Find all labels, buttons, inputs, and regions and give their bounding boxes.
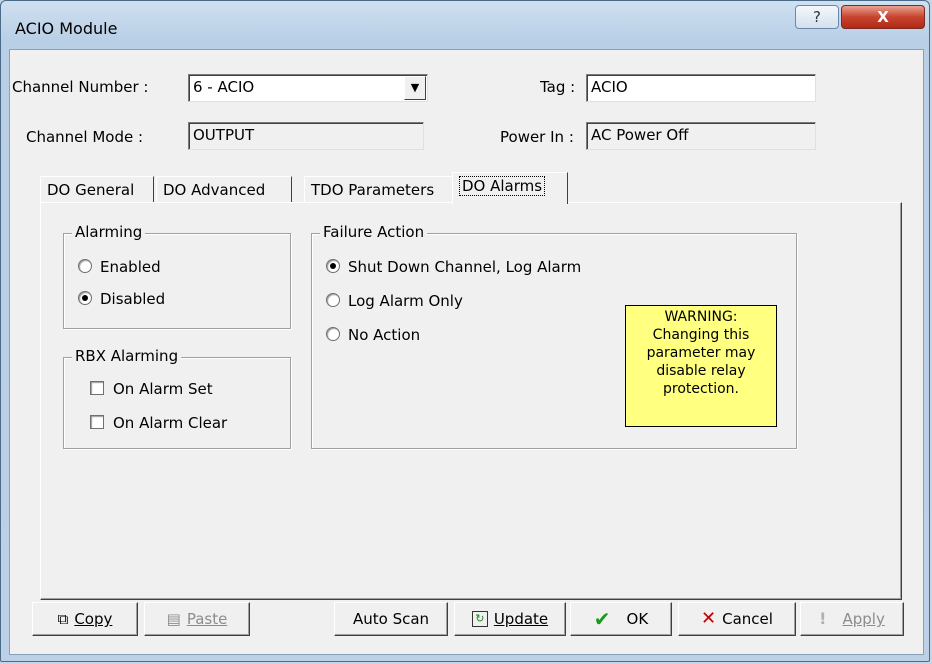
rbx-on-alarm-set-label: On Alarm Set xyxy=(113,380,213,398)
warning-line: protection. xyxy=(663,381,739,397)
alarming-group: Alarming Enabled Disabled xyxy=(63,223,291,329)
channel-number-value: 6 - ACIO xyxy=(193,78,255,96)
radio-icon xyxy=(326,293,340,307)
title-bar[interactable]: ACIO Module ? X xyxy=(1,1,929,49)
tag-label: Tag : xyxy=(540,78,576,96)
log-alarm-only-label: Log Alarm Only xyxy=(348,292,463,310)
cancel-label: Cancel xyxy=(722,610,773,628)
tab-do-general[interactable]: DO General xyxy=(40,176,154,204)
apply-label: Apply xyxy=(842,610,885,628)
dialog-client-area: Channel Number : 6 - ACIO ▼ Tag : ACIO C… xyxy=(9,49,924,655)
tab-do-alarms[interactable]: DO Alarms xyxy=(452,172,568,204)
checkbox-icon xyxy=(90,415,104,429)
warning-line: parameter may xyxy=(646,345,756,361)
channel-mode-label: Channel Mode : xyxy=(26,128,144,146)
update-button[interactable]: ↻ Update xyxy=(454,602,566,636)
copy-icon: ⧉ xyxy=(57,610,69,628)
cancel-x-icon: ✕ xyxy=(701,608,717,629)
tab-do-advanced[interactable]: DO Advanced xyxy=(156,176,292,204)
warning-line: WARNING: xyxy=(664,309,738,325)
copy-label: Copy xyxy=(74,610,113,628)
alarming-enabled-label: Enabled xyxy=(100,258,161,276)
close-button[interactable]: X xyxy=(841,5,925,29)
update-label: Update xyxy=(493,610,549,628)
acio-module-window: ACIO Module ? X Channel Number : 6 - ACI… xyxy=(0,0,930,662)
rbx-alarming-group-title: RBX Alarming xyxy=(72,347,182,365)
shut-down-channel-label: Shut Down Channel, Log Alarm xyxy=(348,258,582,276)
alarming-enabled-radio[interactable]: Enabled xyxy=(78,258,161,276)
ok-button[interactable]: ✔ OK xyxy=(570,602,672,636)
rbx-alarming-group: RBX Alarming On Alarm Set On Alarm Clear xyxy=(63,347,291,449)
failure-action-group-title: Failure Action xyxy=(320,223,428,241)
alarming-disabled-label: Disabled xyxy=(100,290,166,308)
tag-value: ACIO xyxy=(591,78,628,96)
cancel-button[interactable]: ✕ Cancel xyxy=(678,602,796,636)
tab-do-advanced-label: DO Advanced xyxy=(163,181,266,199)
tab-do-general-label: DO General xyxy=(47,181,135,199)
tab-tdo-parameters-label: TDO Parameters xyxy=(311,181,435,199)
power-in-value: AC Power Off xyxy=(591,126,689,144)
ok-label: OK xyxy=(626,610,649,628)
paste-button[interactable]: ▤ Paste xyxy=(144,602,250,636)
auto-scan-button[interactable]: Auto Scan xyxy=(334,602,448,636)
radio-selected-icon xyxy=(326,259,340,273)
log-alarm-only-radio[interactable]: Log Alarm Only xyxy=(326,292,463,310)
auto-scan-label: Auto Scan xyxy=(352,610,430,628)
warning-note: WARNING: Changing this parameter may dis… xyxy=(625,305,777,427)
rbx-on-alarm-clear-label: On Alarm Clear xyxy=(113,414,228,432)
exclamation-icon: ! xyxy=(819,609,827,628)
update-icon: ↻ xyxy=(471,611,488,627)
channel-number-label: Channel Number : xyxy=(12,78,149,96)
paste-label: Paste xyxy=(186,610,228,628)
power-in-label: Power In : xyxy=(500,128,574,146)
radio-icon xyxy=(326,327,340,341)
power-in-field: AC Power Off xyxy=(586,122,816,150)
rbx-on-alarm-set-checkbox[interactable]: On Alarm Set xyxy=(90,380,213,398)
help-button[interactable]: ? xyxy=(795,5,839,29)
copy-button[interactable]: ⧉ Copy xyxy=(32,602,138,636)
rbx-on-alarm-clear-checkbox[interactable]: On Alarm Clear xyxy=(90,414,227,432)
checkmark-icon: ✔ xyxy=(593,607,611,631)
no-action-label: No Action xyxy=(348,326,421,344)
no-action-radio[interactable]: No Action xyxy=(326,326,420,344)
tag-input[interactable]: ACIO xyxy=(586,74,816,102)
warning-line: disable relay xyxy=(656,363,746,379)
channel-number-combo[interactable]: 6 - ACIO ▼ xyxy=(188,74,428,102)
alarming-disabled-radio[interactable]: Disabled xyxy=(78,290,165,308)
do-alarms-panel: Alarming Enabled Disabled RBX Alarming O… xyxy=(40,202,902,600)
chevron-down-icon[interactable]: ▼ xyxy=(404,76,426,100)
window-title: ACIO Module xyxy=(15,19,118,38)
warning-line: Changing this xyxy=(652,327,750,343)
radio-icon xyxy=(78,259,92,273)
channel-mode-field: OUTPUT xyxy=(188,122,424,150)
shut-down-channel-radio[interactable]: Shut Down Channel, Log Alarm xyxy=(326,258,581,276)
radio-selected-icon xyxy=(78,291,92,305)
paste-icon: ▤ xyxy=(166,610,181,628)
apply-button[interactable]: ! Apply xyxy=(800,602,904,636)
tab-tdo-parameters[interactable]: TDO Parameters xyxy=(304,176,454,204)
channel-mode-value: OUTPUT xyxy=(193,126,255,144)
alarming-group-title: Alarming xyxy=(72,223,146,241)
tab-do-alarms-label: DO Alarms xyxy=(459,176,546,196)
checkbox-icon xyxy=(90,381,104,395)
